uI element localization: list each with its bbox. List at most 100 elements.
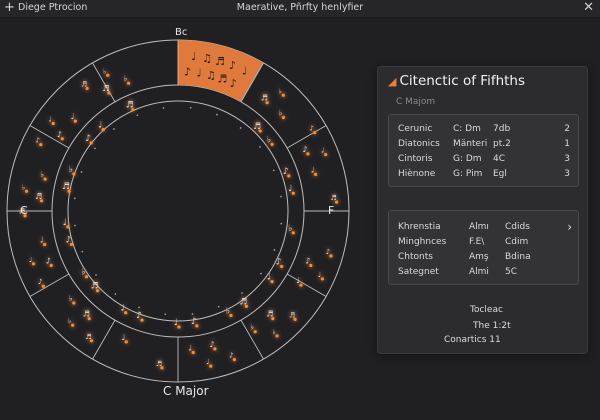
note-glow-dot bbox=[126, 81, 131, 85]
note-mark: ♩ bbox=[311, 165, 315, 174]
chord-list-card[interactable]: Cerunic C: Dm 7db 2 Diatonics Mänteri pt… bbox=[388, 114, 579, 187]
ring-tick bbox=[280, 195, 282, 198]
summary-ratio: The 1:2t bbox=[473, 321, 511, 331]
list-item[interactable]: Diatonics Mänteri pt.2 1 bbox=[398, 139, 570, 151]
note-glow-dot bbox=[291, 191, 295, 195]
note-mark: ♩ bbox=[296, 276, 300, 285]
ring-tick bbox=[80, 171, 83, 173]
row-value: Cdids bbox=[505, 222, 530, 232]
row-count: 3 bbox=[564, 169, 570, 179]
highlight-note-mark: ♩ bbox=[191, 50, 196, 63]
row-chord: F.E\ bbox=[469, 237, 485, 247]
ring-tick bbox=[272, 169, 275, 172]
row-count: 2 bbox=[564, 124, 570, 134]
note-mark: ♪ bbox=[302, 145, 307, 154]
list-item[interactable]: Chtonts Amş Bdina bbox=[398, 252, 570, 264]
music-note-icon: ◢ bbox=[388, 75, 397, 88]
ring-tick bbox=[94, 147, 96, 150]
row-chord: Almı bbox=[469, 222, 489, 232]
list-item[interactable]: Hiènone G: Pim Egl 3 bbox=[398, 169, 570, 181]
note-glow-dot bbox=[49, 263, 53, 268]
row-name: Diatonics bbox=[398, 139, 440, 149]
wheel-rings bbox=[6, 39, 350, 383]
note-glow-dot bbox=[124, 340, 128, 344]
ring-tick bbox=[259, 146, 261, 148]
summary-heading: Tocleac bbox=[470, 305, 503, 315]
ring-tick bbox=[260, 272, 262, 275]
ring-tick bbox=[273, 249, 276, 251]
note-mark: ♭ bbox=[22, 183, 25, 191]
list-item[interactable]: Sategnet Almi 5C bbox=[398, 267, 570, 279]
wheel-canvas[interactable]: ♪♩♩♬♬♭♬♭♭♪♪♩♪♩♩♬♬♭ ♬♭ ♭♪♪♩♪♩♩♬ ♬♭♬♭♭♪♪♩♪♩♩♬… bbox=[0, 18, 370, 420]
note-mark: ♩ bbox=[49, 116, 52, 124]
row-chord: Amş bbox=[469, 252, 489, 262]
note-glow-dot bbox=[244, 304, 248, 308]
note-mark: ♩ bbox=[121, 333, 125, 342]
list-item[interactable]: Minghnces F.E\ Cdim bbox=[398, 237, 570, 249]
note-glow-dot bbox=[270, 280, 274, 284]
note-glow-dot bbox=[299, 283, 303, 287]
spoke bbox=[29, 273, 70, 297]
ring-tick bbox=[217, 305, 220, 308]
note-glow-dot bbox=[66, 225, 70, 229]
chord-detail-card[interactable]: › Khrenstia Almı Cdids Minghnces F.E\ Cd… bbox=[388, 210, 579, 285]
highlight-note-mark: ♫ bbox=[206, 69, 216, 82]
wheel-left-label: C bbox=[20, 204, 28, 217]
note-mark: ♩ bbox=[321, 147, 324, 155]
ring-tick bbox=[164, 313, 167, 316]
note-glow-dot bbox=[41, 284, 45, 288]
note-glow-dot bbox=[195, 324, 199, 328]
note-mark: ♩ bbox=[318, 271, 321, 279]
row-count: 1 bbox=[564, 139, 570, 149]
note-mark: ♪ bbox=[309, 125, 313, 133]
circle-of-fifths-wheel[interactable]: ♪ ♩ ♩ ♬ ♬ ♭ ♬ ♭ ♭ ♪ ♪ ♩ ♪ ♩ ♩ ♬ ♬ ♭ ♬ ♭ ♭ ♪ ♪ ♩ ♪ ♩ ♩ ♬ ♬ ♭ ♬ ♭ ♭ ♪ ♪ ♩ ♪ ♩ ♩ ♬… bbox=[0, 18, 370, 420]
close-icon[interactable]: ✕ bbox=[583, 0, 594, 16]
note-mark: ♭ bbox=[103, 67, 106, 75]
note-glow-dot bbox=[89, 339, 94, 343]
list-item[interactable]: Cintoris G: Dm 4C 3 bbox=[398, 154, 570, 166]
plus-icon[interactable]: + bbox=[4, 0, 15, 16]
spoke bbox=[92, 319, 116, 360]
app-name: Diege Ptrocion bbox=[18, 2, 88, 13]
note-glow-dot bbox=[51, 121, 55, 126]
note-glow-dot bbox=[258, 129, 262, 133]
ring-0 bbox=[6, 39, 350, 383]
note-glow-dot bbox=[271, 317, 275, 321]
note-glow-dot bbox=[313, 172, 318, 177]
ring-tick bbox=[136, 114, 139, 117]
note-glow-dot bbox=[42, 242, 47, 247]
note-glow-dot bbox=[287, 174, 291, 178]
ring-tick bbox=[162, 107, 165, 109]
note-mark: ♩ bbox=[206, 358, 209, 366]
ring-tick bbox=[81, 250, 84, 253]
ring-tick bbox=[74, 224, 76, 227]
row-count: 3 bbox=[564, 154, 570, 164]
row-value: Bdina bbox=[505, 252, 531, 262]
list-item[interactable]: Khrenstia Almı Cdids bbox=[398, 222, 570, 234]
note-glow-dot bbox=[71, 323, 75, 327]
note-glow-dot bbox=[43, 177, 47, 181]
note-mark: ♭ bbox=[278, 109, 282, 118]
highlight-note-mark: ♪ bbox=[229, 59, 236, 72]
row-value: 4C bbox=[493, 154, 506, 164]
list-item[interactable]: Cerunic C: Dm 7db 2 bbox=[398, 124, 570, 136]
note-glow-dot bbox=[107, 91, 111, 95]
note-glow-dot bbox=[293, 317, 297, 321]
note-mark: ♪ bbox=[36, 137, 40, 145]
ring-tick bbox=[138, 306, 140, 309]
note-glow-dot bbox=[281, 93, 285, 97]
note-glow-dot bbox=[131, 108, 135, 112]
row-name: Khrenstia bbox=[398, 222, 441, 232]
note-glow-dot bbox=[39, 199, 44, 203]
note-glow-dot bbox=[191, 350, 195, 355]
ring-2 bbox=[67, 100, 289, 322]
row-value: 7db bbox=[493, 124, 511, 134]
note-glow-dot bbox=[72, 301, 76, 305]
title-bar: + Diege Ptrocion Maerative, Pñrfty henly… bbox=[0, 0, 600, 18]
row-chord: Mänteri bbox=[453, 139, 488, 149]
row-name: Cerunic bbox=[398, 124, 433, 134]
note-mark: ♪ bbox=[326, 248, 330, 256]
wheel-notation-marks: ♪♩♩♬♬♭♬♭♭♪♪♩♪♩♩♬♬♭ ♬♭ ♭♪♪♩♪♩♩♬ ♬♭♬♭♭♪♪♩♪♩♩♬… bbox=[19, 67, 339, 370]
note-glow-dot bbox=[67, 189, 71, 193]
circle-info-panel: ◢ Citenctic of Fifhths C Majom Cerunic C:… bbox=[377, 66, 588, 354]
